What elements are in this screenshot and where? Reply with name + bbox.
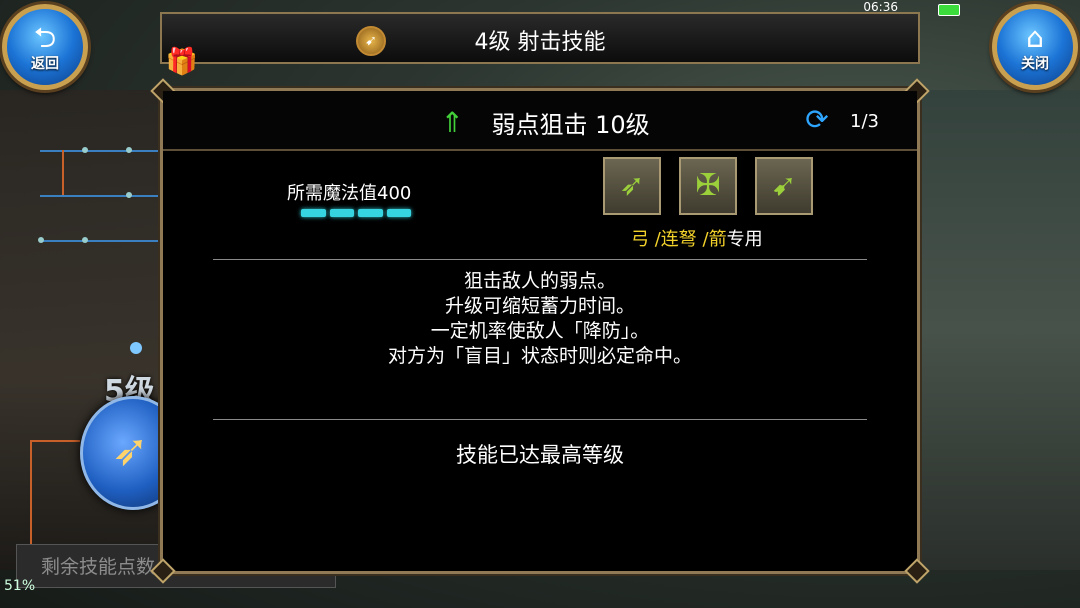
back-label: 返回 (31, 56, 59, 72)
progress-percent: 51% (4, 578, 36, 594)
green-up-arrow-icon: ⇑ (440, 105, 465, 139)
skill-detail-dialog: ⇑ 弱点狙击 10级 ⟳ 1/3 所需魔法值400 ➶ ✠ ➹ 弓 /连弩 /箭… (150, 78, 930, 584)
mana-segment (301, 209, 326, 217)
skill-tree-node (82, 147, 88, 153)
crossbow-icon[interactable]: ✠ (679, 157, 737, 215)
cycle-arrows-icon[interactable]: ⟳ (799, 104, 835, 136)
skill-tree-node (126, 147, 132, 153)
skill-tree-node (130, 342, 142, 354)
mana-segment (329, 209, 354, 217)
weapon-separator: / (696, 229, 709, 250)
skill-tree-line (30, 440, 80, 442)
header-title: 4级 射击技能 (474, 30, 606, 55)
weapon-bow-text: 弓 (631, 229, 649, 250)
mana-segment (386, 209, 411, 217)
skill-tree-line (62, 150, 64, 195)
gift-icon[interactable]: 🎁 (164, 44, 200, 80)
skill-category-header: ➹ 4级 射击技能 (160, 12, 920, 64)
description-line: 对方为「盲目」状态时则必定命中。 (387, 345, 692, 367)
battery-icon (938, 4, 960, 16)
back-button[interactable]: ⮌ 返回 (2, 4, 88, 90)
description-line: 狙击敌人的弱点。 (463, 270, 616, 292)
background-scene (910, 90, 1080, 570)
arrow-icon[interactable]: ➹ (755, 157, 813, 215)
bow-icon[interactable]: ➶ (603, 157, 661, 215)
skill-description: 狙击敌人的弱点。 升级可缩短蓄力时间。 一定机率使敌人「降防」。 对方为「盲目」… (163, 269, 917, 369)
skill-tree-line (30, 440, 32, 550)
close-label: 关闭 (1021, 56, 1049, 72)
skill-name-level: 弱点狙击 10级 (491, 111, 650, 139)
close-button[interactable]: ⌂ 关闭 (992, 4, 1078, 90)
weapon-crossbow-text: 连弩 (660, 229, 697, 250)
skill-header: ⇑ 弱点狙击 10级 ⟳ 1/3 (163, 91, 917, 151)
mana-bar (301, 209, 411, 217)
divider (213, 259, 867, 260)
mana-segment (358, 209, 383, 217)
weapon-arrow-text: 箭 (708, 229, 727, 250)
arrows-icon: ➶ (112, 425, 149, 476)
skill-tree-node (38, 237, 44, 243)
skill-tree-node (82, 237, 88, 243)
weapon-suffix: 专用 (726, 229, 763, 250)
skill-status: 技能已达最高等级 (456, 443, 624, 467)
skill-tree-line (40, 150, 160, 152)
skill-tree-line (40, 240, 160, 242)
description-line: 一定机率使敌人「降防」。 (430, 320, 650, 342)
divider (213, 419, 867, 420)
weapon-restriction: 弓 /连弩 /箭专用 (631, 225, 763, 251)
skill-tree-node (126, 192, 132, 198)
return-arrow-icon: ⮌ (33, 21, 57, 54)
description-line: 升级可缩短蓄力时间。 (444, 295, 635, 317)
skill-tree-line (40, 195, 160, 197)
home-icon: ⌂ (1026, 21, 1044, 54)
page-indicator: 1/3 (850, 111, 879, 132)
mana-cost-label: 所需魔法值400 (287, 183, 412, 204)
weapon-separator: / (649, 229, 661, 250)
